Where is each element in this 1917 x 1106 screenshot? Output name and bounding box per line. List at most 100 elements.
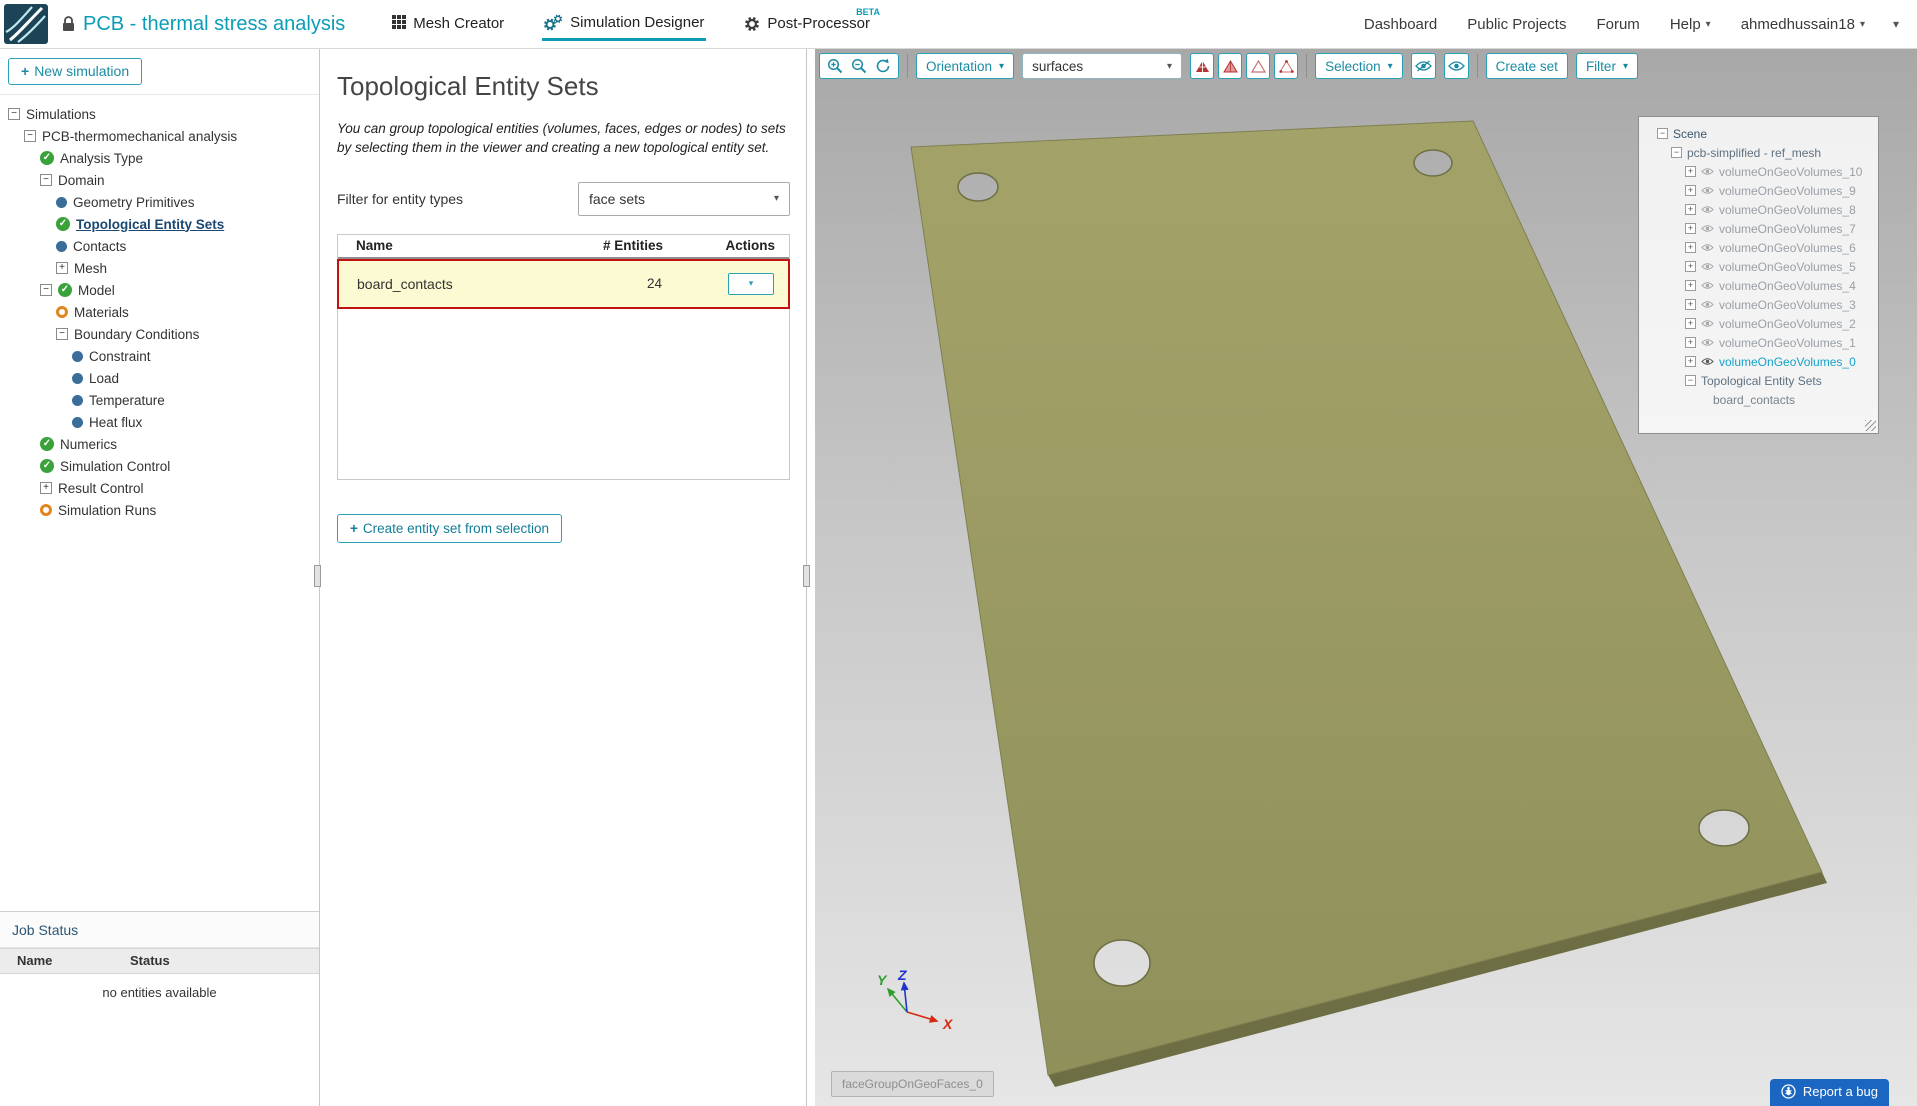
expand-icon[interactable]: + xyxy=(1685,337,1696,348)
mesh-solid-mode-icon[interactable] xyxy=(1190,53,1215,79)
collapse-icon[interactable]: − xyxy=(56,328,68,340)
nav-public-projects[interactable]: Public Projects xyxy=(1467,16,1566,33)
expand-icon[interactable]: + xyxy=(1685,280,1696,291)
expand-icon[interactable]: + xyxy=(1685,223,1696,234)
tab-simulation-designer[interactable]: Simulation Designer xyxy=(542,8,707,41)
user-menu[interactable]: ahmedhussain18 ▾ xyxy=(1741,16,1865,33)
tree-item-analysis-type[interactable]: ✓ Analysis Type xyxy=(0,147,319,169)
scene-item-volumeongeovolumes-1[interactable]: + volumeOnGeoVolumes_1 xyxy=(1645,333,1872,352)
tab-mesh-creator[interactable]: Mesh Creator xyxy=(390,9,506,40)
hide-selection-icon[interactable] xyxy=(1410,53,1436,79)
scene-item-volumeongeovolumes-6[interactable]: + volumeOnGeoVolumes_6 xyxy=(1645,238,1872,257)
nav-dashboard[interactable]: Dashboard xyxy=(1364,16,1437,33)
expand-icon[interactable]: + xyxy=(1685,185,1696,196)
filter-dropdown[interactable]: Filter ▾ xyxy=(1575,53,1638,79)
table-row[interactable]: board_contacts 24 ▾ xyxy=(337,258,790,309)
render-mode-select[interactable]: surfaces ▾ xyxy=(1022,53,1183,79)
visibility-eye-icon[interactable] xyxy=(1701,167,1714,176)
scene-item-volumeongeovolumes-10[interactable]: + volumeOnGeoVolumes_10 xyxy=(1645,162,1872,181)
tree-item-geometry-primitives[interactable]: Geometry Primitives xyxy=(0,191,319,213)
report-bug-button[interactable]: Report a bug xyxy=(1769,1079,1889,1106)
simscale-logo[interactable] xyxy=(4,4,48,44)
scene-item-volumeongeovolumes-7[interactable]: + volumeOnGeoVolumes_7 xyxy=(1645,219,1872,238)
visibility-eye-icon[interactable] xyxy=(1701,338,1714,347)
visibility-eye-icon[interactable] xyxy=(1701,262,1714,271)
mesh-surface-mode-icon[interactable] xyxy=(1218,53,1243,79)
expand-icon[interactable]: + xyxy=(1685,318,1696,329)
tree-item-heat-flux[interactable]: Heat flux xyxy=(0,411,319,433)
mesh-wireframe-mode-icon[interactable] xyxy=(1246,53,1271,79)
viewer-3d[interactable]: Orientation ▾ surfaces ▾ Selection ▾ Cre… xyxy=(815,49,1917,1106)
visibility-eye-icon[interactable] xyxy=(1701,300,1714,309)
collapse-icon[interactable]: − xyxy=(1657,128,1668,139)
visibility-eye-icon[interactable] xyxy=(1701,186,1714,195)
scene-panel-resize-grip[interactable] xyxy=(1865,420,1876,431)
visibility-eye-icon[interactable] xyxy=(1701,357,1714,366)
sets-node[interactable]: − Topological Entity Sets xyxy=(1645,371,1872,390)
tab-post-processor[interactable]: Post-Processor BETA xyxy=(742,7,880,39)
zoom-out-icon[interactable] xyxy=(851,58,867,74)
visibility-eye-icon[interactable] xyxy=(1701,281,1714,290)
scene-node[interactable]: − Scene xyxy=(1645,124,1872,143)
visibility-eye-icon[interactable] xyxy=(1701,319,1714,328)
show-selection-icon[interactable] xyxy=(1443,53,1469,79)
visibility-eye-icon[interactable] xyxy=(1701,224,1714,233)
entity-type-select[interactable]: face sets ▾ xyxy=(578,181,790,216)
tree-item-contacts[interactable]: Contacts xyxy=(0,235,319,257)
sidebar-resize-handle[interactable] xyxy=(314,565,321,587)
nav-forum[interactable]: Forum xyxy=(1596,16,1639,33)
nav-help-dropdown[interactable]: Help ▾ xyxy=(1670,16,1711,33)
expand-icon[interactable]: + xyxy=(1685,242,1696,253)
scene-item-volumeongeovolumes-4[interactable]: + volumeOnGeoVolumes_4 xyxy=(1645,276,1872,295)
scene-item-volumeongeovolumes-9[interactable]: + volumeOnGeoVolumes_9 xyxy=(1645,181,1872,200)
tree-item-domain[interactable]: − Domain xyxy=(0,169,319,191)
collapse-icon[interactable]: − xyxy=(24,130,36,142)
header-collapse-chevron-icon[interactable]: ▾ xyxy=(1893,17,1899,31)
create-set-button[interactable]: Create set xyxy=(1485,53,1568,79)
tree-item-simulation-runs[interactable]: Simulation Runs xyxy=(0,499,319,521)
tree-item-boundary-conditions[interactable]: − Boundary Conditions xyxy=(0,323,319,345)
tree-item-numerics[interactable]: ✓ Numerics xyxy=(0,433,319,455)
scene-item-volumeongeovolumes-5[interactable]: + volumeOnGeoVolumes_5 xyxy=(1645,257,1872,276)
tree-item-simulation-control[interactable]: ✓ Simulation Control xyxy=(0,455,319,477)
zoom-in-icon[interactable] xyxy=(827,58,843,74)
create-entity-set-button[interactable]: + Create entity set from selection xyxy=(337,513,562,543)
collapse-icon[interactable]: − xyxy=(40,284,52,296)
tree-item-result-control[interactable]: + Result Control xyxy=(0,477,319,499)
panel-resize-handle[interactable] xyxy=(803,565,810,587)
tree-item-mesh[interactable]: + Mesh xyxy=(0,257,319,279)
expand-icon[interactable]: + xyxy=(1685,261,1696,272)
scene-set-item[interactable]: board_contacts xyxy=(1645,390,1872,409)
expand-icon[interactable]: + xyxy=(56,262,68,274)
expand-icon[interactable]: + xyxy=(1685,204,1696,215)
visibility-eye-icon[interactable] xyxy=(1701,243,1714,252)
tree-item-constraint[interactable]: Constraint xyxy=(0,345,319,367)
scene-item-volumeongeovolumes-8[interactable]: + volumeOnGeoVolumes_8 xyxy=(1645,200,1872,219)
mesh-points-mode-icon[interactable] xyxy=(1274,53,1299,79)
row-actions-dropdown[interactable]: ▾ xyxy=(728,272,774,295)
collapse-icon[interactable]: − xyxy=(1685,375,1696,386)
scene-item-volumeongeovolumes-2[interactable]: + volumeOnGeoVolumes_2 xyxy=(1645,314,1872,333)
expand-icon[interactable]: + xyxy=(40,482,52,494)
expand-icon[interactable]: + xyxy=(1685,166,1696,177)
mesh-node[interactable]: − pcb-simplified - ref_mesh xyxy=(1645,143,1872,162)
collapse-icon[interactable]: − xyxy=(8,108,20,120)
tree-item-load[interactable]: Load xyxy=(0,367,319,389)
tree-item-model[interactable]: − ✓ Model xyxy=(0,279,319,301)
tree-item-topological-entity-sets[interactable]: ✓ Topological Entity Sets xyxy=(0,213,319,235)
selection-dropdown[interactable]: Selection ▾ xyxy=(1315,53,1403,79)
scene-item-volumeongeovolumes-0[interactable]: + volumeOnGeoVolumes_0 xyxy=(1645,352,1872,371)
tree-item-pcb-thermomechanical-analysis[interactable]: − PCB-thermomechanical analysis xyxy=(0,125,319,147)
tree-item-simulations[interactable]: − Simulations xyxy=(0,103,319,125)
tree-item-temperature[interactable]: Temperature xyxy=(0,389,319,411)
new-simulation-button[interactable]: + New simulation xyxy=(8,58,143,85)
expand-icon[interactable]: + xyxy=(1685,299,1696,310)
tree-item-materials[interactable]: Materials xyxy=(0,301,319,323)
orientation-dropdown[interactable]: Orientation ▾ xyxy=(916,53,1015,79)
collapse-icon[interactable]: − xyxy=(1671,147,1682,158)
collapse-icon[interactable]: − xyxy=(40,174,52,186)
refresh-view-icon[interactable] xyxy=(875,58,891,74)
expand-icon[interactable]: + xyxy=(1685,356,1696,367)
visibility-eye-icon[interactable] xyxy=(1701,205,1714,214)
scene-item-volumeongeovolumes-3[interactable]: + volumeOnGeoVolumes_3 xyxy=(1645,295,1872,314)
